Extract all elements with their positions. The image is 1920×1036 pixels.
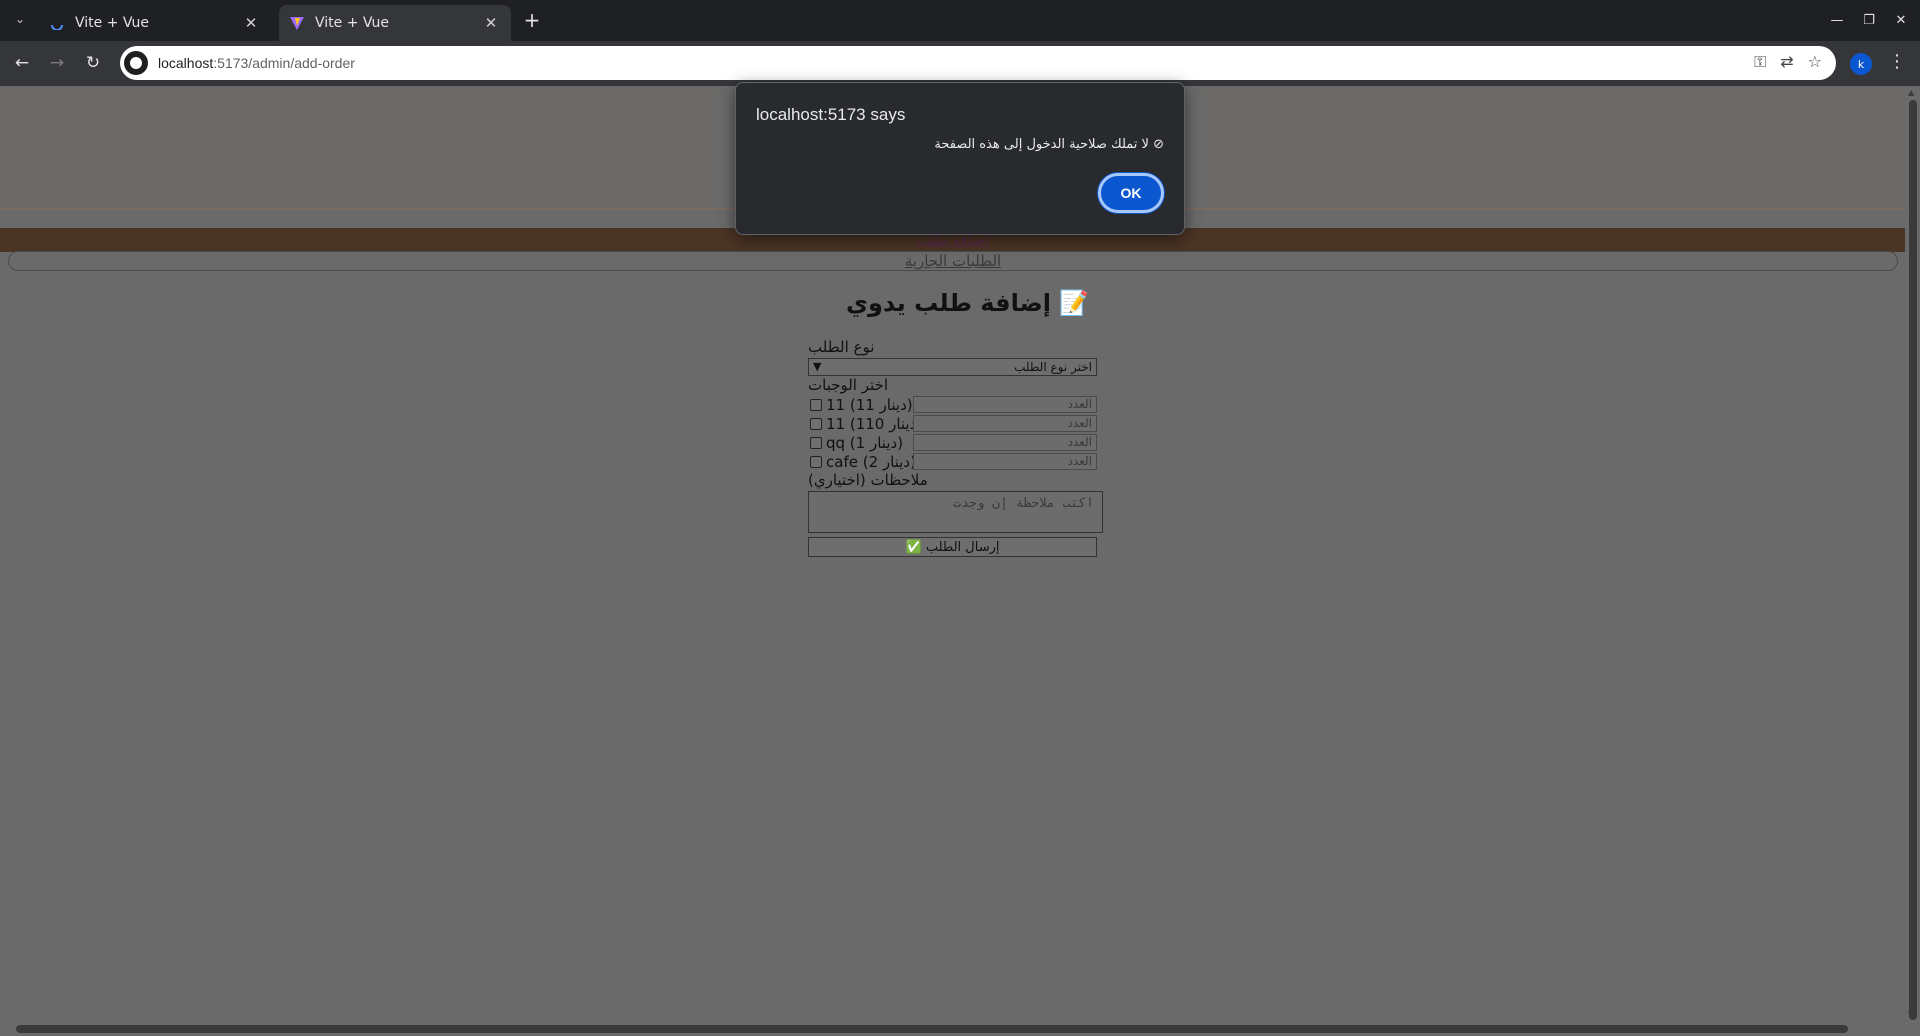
nav-link-current-orders[interactable]: الطلبات الجارية [905, 252, 1001, 270]
translate-icon[interactable]: ⇄ [1780, 52, 1793, 72]
browser-menu-icon[interactable]: ⋮ [1888, 51, 1906, 72]
minimize-icon[interactable]: — [1822, 6, 1852, 34]
meal-row: qq (1 دينار) [810, 434, 903, 452]
scroll-down-icon[interactable]: ▼ [1908, 1009, 1914, 1018]
tab-title: Vite + Vue [75, 15, 150, 31]
new-tab-icon[interactable]: + [520, 8, 544, 32]
admin-nav-pill: الطلبات الجارية [8, 251, 1898, 271]
vertical-scroll-thumb[interactable] [1909, 100, 1917, 1020]
notes-label: ملاحظات (اختياري) [808, 471, 928, 489]
meal-qty-input[interactable]: العدد [913, 396, 1097, 413]
tab-inactive[interactable]: Vite + Vue ✕ [39, 5, 271, 41]
meals-label: اختر الوجبات [808, 376, 888, 394]
vite-logo-icon [289, 15, 305, 31]
reload-icon[interactable]: ↻ [79, 49, 107, 77]
tab-strip: ⌄ Vite + Vue ✕ Vite + Vue ✕ + — ❐ ✕ [0, 0, 1920, 41]
order-type-selected-value: اختر نوع الطلب [1014, 360, 1092, 374]
order-type-label: نوع الطلب [808, 338, 875, 356]
meal-name: qq (1 دينار) [826, 434, 904, 452]
tab-close-icon[interactable]: ✕ [241, 13, 261, 33]
dialog-message: ⊘ لا تملك صلاحية الدخول إلى هذه الصفحة [934, 137, 1164, 152]
meal-qty-input[interactable]: العدد [913, 453, 1097, 470]
restore-icon[interactable]: ❐ [1854, 6, 1884, 34]
profile-avatar[interactable]: k [1850, 53, 1872, 75]
address-bar[interactable]: localhost:5173/admin/add-order ⚿ ⇄ ☆ [120, 46, 1836, 80]
meal-checkbox[interactable] [810, 399, 822, 411]
meal-row: 11 (110 دينار) [810, 415, 922, 433]
horizontal-scrollbar[interactable] [0, 1021, 1905, 1036]
password-key-icon[interactable]: ⚿ [1754, 52, 1766, 72]
horizontal-scroll-thumb[interactable] [16, 1025, 1848, 1033]
page-title: إضافة طلب يدوي 📝 [846, 289, 1090, 317]
site-info-icon[interactable] [124, 51, 148, 75]
meal-checkbox[interactable] [810, 437, 822, 449]
forward-icon[interactable]: → [43, 49, 71, 77]
ok-button[interactable]: OK [1098, 173, 1164, 213]
meal-qty-input[interactable]: العدد [913, 415, 1097, 432]
scroll-up-icon[interactable]: ▲ [1908, 88, 1914, 97]
browser-toolbar: ← → ↻ localhost:5173/admin/add-order ⚿ ⇄… [0, 41, 1920, 86]
tab-search-chevron-icon[interactable]: ⌄ [9, 8, 31, 30]
submit-order-button[interactable]: إرسال الطلب ✅ [808, 537, 1097, 557]
meal-name: 11 (11 دينار) [826, 396, 913, 414]
meal-qty-input[interactable]: العدد [913, 434, 1097, 451]
order-type-select[interactable]: اختر نوع الطلب ▼ [808, 358, 1097, 376]
chevron-down-icon: ▼ [813, 360, 822, 373]
notes-textarea[interactable]: اكتب ملاحظة إن وجدت [808, 491, 1103, 533]
tab-close-icon[interactable]: ✕ [481, 13, 501, 33]
meal-row: cafe (2 دينار) [810, 453, 916, 471]
alert-dialog: localhost:5173 says ⊘ لا تملك صلاحية الد… [735, 82, 1185, 235]
vertical-scrollbar[interactable]: ▲ ▼ [1905, 86, 1920, 1036]
tab-title: Vite + Vue [315, 15, 390, 31]
meal-name: 11 (110 دينار) [826, 415, 922, 433]
meal-name: cafe (2 دينار) [826, 453, 916, 471]
bookmark-star-icon[interactable]: ☆ [1808, 52, 1822, 72]
loading-spinner-icon [49, 15, 65, 31]
dialog-title: localhost:5173 says [756, 105, 906, 124]
meal-checkbox[interactable] [810, 456, 822, 468]
meal-checkbox[interactable] [810, 418, 822, 430]
meal-row: 11 (11 دينار) [810, 396, 913, 414]
url-text: localhost:5173/admin/add-order [158, 55, 355, 71]
tab-active[interactable]: Vite + Vue ✕ [279, 5, 511, 41]
back-icon[interactable]: ← [8, 49, 36, 77]
close-window-icon[interactable]: ✕ [1886, 6, 1916, 34]
